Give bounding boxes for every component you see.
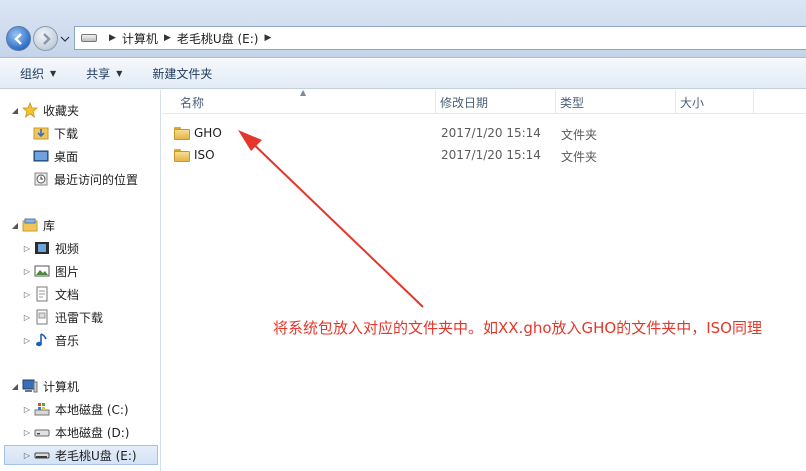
navigation-pane: ◢ 收藏夹 下载 桌面 最近访问的位置 ◢ 库 ▷ 视频 ▷ 图片 ▷ 文档 ▷…: [0, 90, 161, 471]
breadcrumb-computer[interactable]: 计算机: [122, 30, 158, 47]
file-name: GHO: [194, 126, 222, 140]
column-headers: ▲ 名称 修改日期 类型 大小: [162, 88, 806, 114]
column-name-label: 名称: [180, 95, 205, 110]
organize-label: 组织: [20, 67, 45, 81]
collapsed-arrow-icon[interactable]: ▷: [22, 313, 32, 322]
nav-item-label: 音乐: [55, 333, 80, 348]
share-label: 共享: [86, 67, 111, 81]
downloads-folder-icon: [33, 125, 49, 141]
back-button[interactable]: [6, 26, 31, 51]
new-folder-button[interactable]: 新建文件夹: [152, 65, 212, 82]
nav-favorites[interactable]: ◢ 收藏夹: [10, 100, 79, 120]
pictures-library-icon: [34, 263, 50, 279]
column-size-label: 大小: [680, 95, 705, 110]
nav-item-music[interactable]: ▷ 音乐: [22, 330, 79, 350]
organize-button[interactable]: 组织 ▼: [20, 65, 56, 82]
nav-item-label: 本地磁盘 (C:): [55, 402, 129, 417]
column-header-name[interactable]: 名称: [176, 90, 436, 114]
nav-item-label: 最近访问的位置: [54, 172, 139, 187]
expanded-arrow-icon[interactable]: ◢: [10, 382, 20, 391]
column-header-size[interactable]: 大小: [676, 90, 754, 114]
forward-button[interactable]: [33, 26, 58, 51]
recent-places-icon: [33, 171, 49, 187]
nav-item-thunder-downloads[interactable]: ▷ 迅雷下载: [22, 307, 103, 327]
caret-down-icon: ▼: [50, 69, 57, 78]
share-button[interactable]: 共享 ▼: [86, 65, 122, 82]
collapsed-arrow-icon[interactable]: ▷: [22, 428, 32, 437]
nav-item-label: 文档: [55, 287, 80, 302]
nav-libraries[interactable]: ◢ 库: [10, 215, 55, 235]
nav-item-label: 迅雷下载: [55, 310, 104, 325]
column-header-type[interactable]: 类型: [556, 90, 676, 114]
usb-drive-icon: [34, 447, 50, 463]
music-note-icon: [34, 332, 50, 348]
nav-item-label: 桌面: [54, 149, 79, 164]
folder-icon: [174, 148, 190, 162]
nav-item-label: 图片: [55, 264, 80, 279]
file-name: ISO: [194, 148, 215, 162]
nav-libraries-label: 库: [43, 218, 56, 233]
collapsed-arrow-icon[interactable]: ▷: [22, 451, 32, 460]
nav-item-documents[interactable]: ▷ 文档: [22, 284, 79, 304]
nav-item-pictures[interactable]: ▷ 图片: [22, 261, 79, 281]
column-type-label: 类型: [560, 95, 585, 110]
computer-icon: [22, 378, 38, 394]
nav-item-label: 视频: [55, 241, 80, 256]
nav-item-desktop[interactable]: 桌面: [33, 146, 78, 166]
address-bar-area: ▶ 计算机 ▶ 老毛桃U盘 (E:) ▶: [0, 0, 806, 58]
nav-item-recent[interactable]: 最近访问的位置: [33, 169, 138, 189]
nav-item-downloads[interactable]: 下载: [33, 123, 78, 143]
chevron-right-icon[interactable]: ▶: [109, 33, 116, 43]
nav-item-label: 下载: [54, 126, 79, 141]
library-icon: [22, 217, 38, 233]
hard-drive-icon: [34, 424, 50, 440]
collapsed-arrow-icon[interactable]: ▷: [22, 267, 32, 276]
star-icon: [21, 101, 39, 118]
arrow-right-icon: [42, 32, 51, 45]
documents-library-icon: [34, 286, 50, 302]
collapsed-arrow-icon[interactable]: ▷: [22, 244, 32, 253]
file-type: 文件夹: [561, 150, 598, 164]
nav-pane-scrollbar[interactable]: [158, 90, 160, 471]
download-library-icon: [34, 309, 50, 325]
desktop-icon: [33, 148, 49, 164]
arrow-left-icon: [13, 32, 22, 45]
recent-pages-dropdown-icon[interactable]: [60, 34, 70, 44]
file-date: 2017/1/20 15:14: [441, 148, 541, 162]
video-library-icon: [34, 240, 50, 256]
nav-computer[interactable]: ◢ 计算机: [10, 376, 79, 396]
new-folder-label: 新建文件夹: [152, 67, 213, 81]
nav-computer-label: 计算机: [43, 379, 80, 394]
nav-item-drive-c[interactable]: ▷ 本地磁盘 (C:): [22, 399, 129, 419]
chevron-right-icon[interactable]: ▶: [164, 33, 171, 43]
expanded-arrow-icon[interactable]: ◢: [10, 106, 20, 115]
breadcrumb[interactable]: ▶ 计算机 ▶ 老毛桃U盘 (E:) ▶: [74, 26, 806, 50]
file-date: 2017/1/20 15:14: [441, 126, 541, 140]
annotation-text: 将系统包放入对应的文件夹中。如XX.gho放入GHO的文件夹中，ISO同理: [273, 319, 762, 337]
collapsed-arrow-icon[interactable]: ▷: [22, 290, 32, 299]
command-bar: 组织 ▼ 共享 ▼ 新建文件夹: [0, 59, 806, 89]
nav-item-label: 老毛桃U盘 (E:): [55, 448, 137, 463]
column-header-date[interactable]: 修改日期: [436, 90, 556, 114]
expanded-arrow-icon[interactable]: ◢: [10, 221, 20, 230]
folder-icon: [174, 126, 190, 140]
breadcrumb-usb-drive[interactable]: 老毛桃U盘 (E:): [177, 30, 259, 47]
file-list-pane: ▲ 名称 修改日期 类型 大小 GHO 2017/1/20 15:14 文件夹 …: [162, 88, 806, 471]
windows-drive-icon: [34, 401, 50, 417]
nav-item-videos[interactable]: ▷ 视频: [22, 238, 79, 258]
nav-favorites-label: 收藏夹: [43, 103, 80, 118]
column-date-label: 修改日期: [440, 95, 489, 110]
chevron-right-icon[interactable]: ▶: [264, 33, 271, 43]
collapsed-arrow-icon[interactable]: ▷: [22, 336, 32, 345]
nav-item-label: 本地磁盘 (D:): [55, 425, 130, 440]
drive-icon: [81, 34, 97, 42]
file-type: 文件夹: [561, 128, 598, 142]
nav-item-drive-e[interactable]: ▷ 老毛桃U盘 (E:): [4, 445, 158, 465]
caret-down-icon: ▼: [116, 69, 123, 78]
collapsed-arrow-icon[interactable]: ▷: [22, 405, 32, 414]
nav-item-drive-d[interactable]: ▷ 本地磁盘 (D:): [22, 422, 130, 442]
